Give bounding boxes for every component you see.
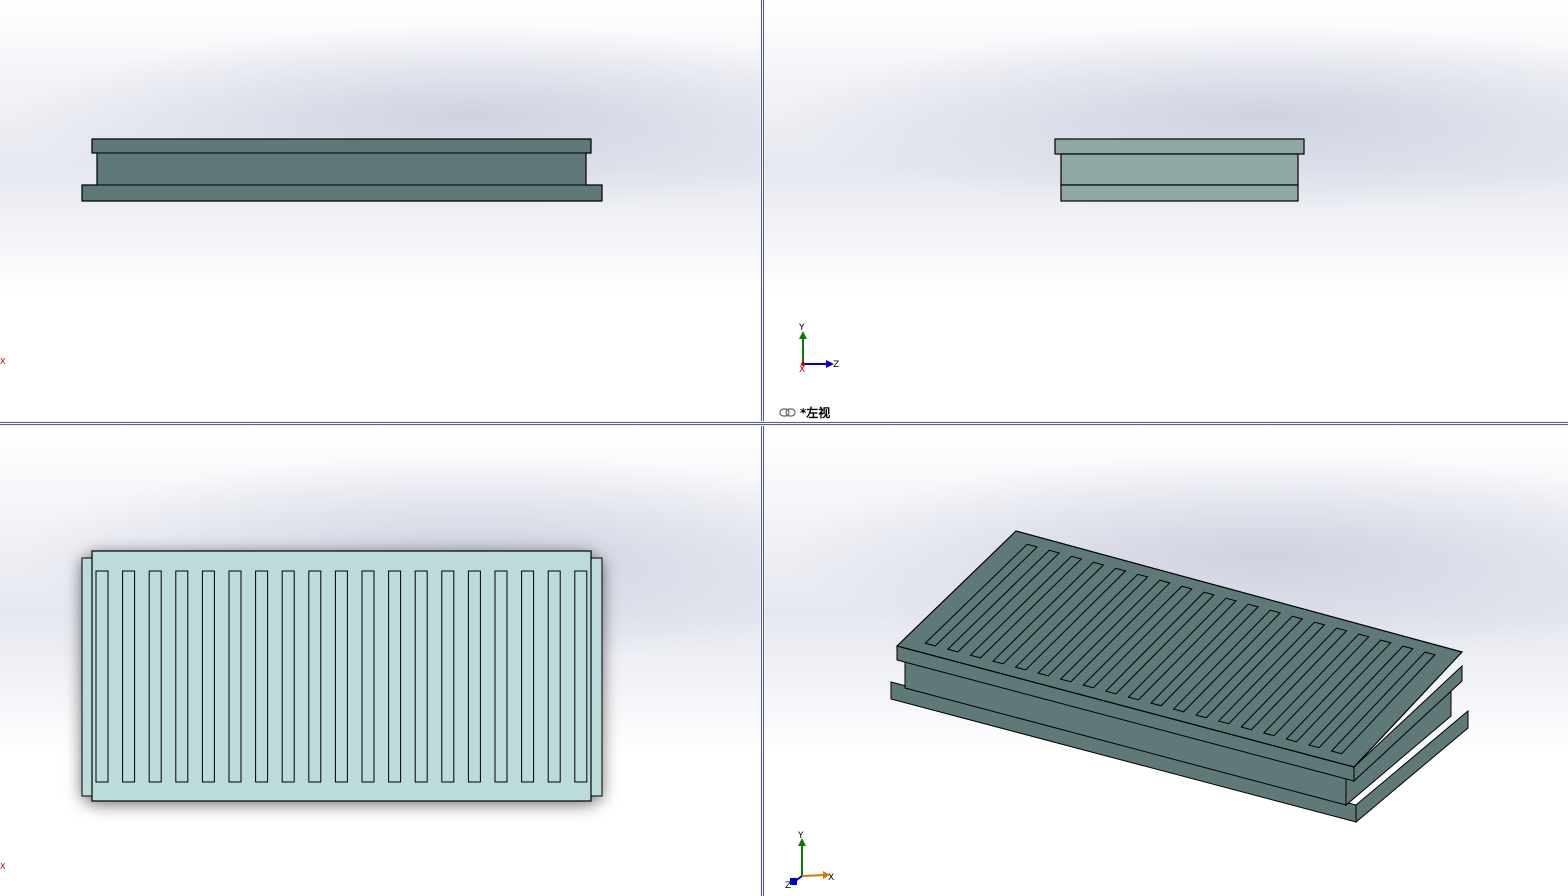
viewport-isometric[interactable]: Y X Z <box>765 426 1568 896</box>
axis-y-label: Y <box>797 831 804 841</box>
top-view-slot <box>574 570 588 783</box>
top-view-slot <box>308 570 322 783</box>
top-view-slot <box>467 570 481 783</box>
top-view-slot <box>361 570 375 783</box>
top-view-slot <box>228 570 242 783</box>
axis-x-label: X <box>828 873 834 883</box>
top-view-slot <box>388 570 402 783</box>
axis-triad: Y X Z <box>785 831 834 891</box>
top-view-slot <box>95 570 109 783</box>
top-view-slot <box>122 570 136 783</box>
viewport-top[interactable]: X <box>0 426 760 896</box>
top-view-slot <box>201 570 215 783</box>
viewport-front[interactable]: X <box>0 0 760 421</box>
top-view-slot <box>441 570 455 783</box>
view-label-text: *左视 <box>800 406 831 420</box>
viewport-left[interactable]: Y Z X *左视 <box>765 0 1568 421</box>
view-label[interactable]: *左视 <box>779 404 830 421</box>
axis-x-label: X <box>799 365 805 375</box>
top-view-slot <box>521 570 535 783</box>
axis-triad: Y Z X <box>798 323 839 375</box>
axis-z-label: Z <box>785 881 791 891</box>
axis-mark-x: X <box>0 357 6 366</box>
top-view-slot <box>494 570 508 783</box>
front-view-body <box>81 138 603 202</box>
link-icon[interactable] <box>779 408 796 417</box>
top-view-slot <box>414 570 428 783</box>
viewport-divider-horizontal[interactable] <box>0 421 1568 426</box>
axis-x-line <box>801 874 826 877</box>
top-view-part[interactable] <box>0 426 760 896</box>
top-view-slot <box>255 570 269 783</box>
axis-mark-x: X <box>0 862 6 871</box>
top-view-slot <box>281 570 295 783</box>
viewport-divider-vertical[interactable] <box>760 0 765 896</box>
top-view-slot <box>547 570 561 783</box>
axis-z-label: Z <box>833 360 839 370</box>
top-view-slot <box>175 570 189 783</box>
top-view-slot <box>148 570 162 783</box>
top-view-slot <box>334 570 348 783</box>
axis-y-label: Y <box>798 323 805 333</box>
front-view-part[interactable] <box>0 0 760 421</box>
